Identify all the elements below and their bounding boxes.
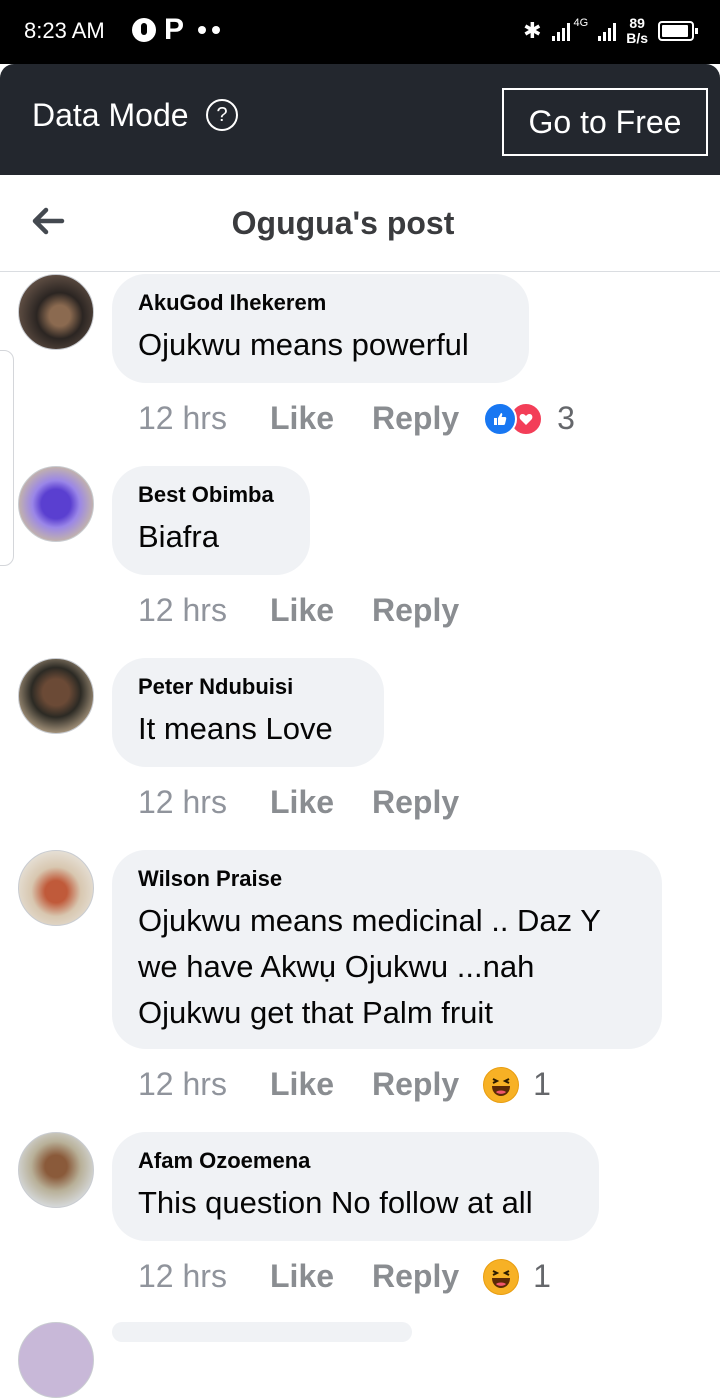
reply-button[interactable]: Reply bbox=[372, 592, 459, 629]
reactions-summary[interactable]: 1 bbox=[483, 1066, 551, 1103]
page-title: Ogugua's post bbox=[231, 205, 455, 241]
reactions-summary[interactable]: 1 bbox=[483, 1258, 551, 1295]
haha-icon bbox=[483, 1258, 520, 1295]
comment-bubble: Afam Ozoemena This question No follow at… bbox=[112, 1132, 599, 1241]
comment-bubble: Best Obimba Biafra bbox=[112, 466, 310, 575]
like-icon bbox=[483, 401, 518, 436]
status-time: 8:23 AM bbox=[24, 18, 105, 43]
comment-time[interactable]: 12 hrs bbox=[138, 784, 270, 821]
comment-author[interactable]: Afam Ozoemena bbox=[138, 1148, 573, 1174]
reaction-count: 3 bbox=[557, 400, 575, 436]
data-mode-label: Data Mode bbox=[32, 97, 189, 133]
reaction-count: 1 bbox=[533, 1066, 551, 1102]
comment-author[interactable]: AkuGod Ihekerem bbox=[138, 290, 503, 316]
avatar[interactable] bbox=[18, 274, 94, 350]
reactions-summary[interactable]: 3 bbox=[483, 400, 575, 437]
comment-bubble: AkuGod Ihekerem Ojukwu means powerful bbox=[112, 274, 529, 383]
info-icon[interactable]: ? bbox=[206, 99, 238, 131]
signal-icon-2 bbox=[598, 21, 617, 41]
comment-bubble: Wilson Praise Ojukwu means medicinal .. … bbox=[112, 850, 662, 1049]
like-button[interactable]: Like bbox=[270, 1066, 372, 1103]
p-notification-icon: P bbox=[164, 13, 185, 46]
reaction-count: 1 bbox=[533, 1258, 551, 1294]
like-button[interactable]: Like bbox=[270, 400, 372, 437]
reply-button[interactable]: Reply bbox=[372, 400, 459, 437]
data-mode-bar: Data Mode ? Go to Free bbox=[0, 64, 720, 175]
network-type: 4G bbox=[573, 17, 589, 29]
avatar[interactable] bbox=[18, 658, 94, 734]
comment-actions: 12 hrs Like Reply 3 bbox=[138, 400, 575, 437]
network-speed: 89 B/s bbox=[626, 15, 648, 46]
side-panel-edge bbox=[0, 350, 14, 566]
comment-time[interactable]: 12 hrs bbox=[138, 592, 270, 629]
comment-time[interactable]: 12 hrs bbox=[138, 1066, 270, 1103]
comment-actions: 12 hrs Like Reply bbox=[138, 784, 459, 821]
comment-text-line: we have Akwụ Ojukwu ...nah bbox=[138, 949, 535, 984]
go-to-free-button[interactable]: Go to Free bbox=[502, 88, 708, 156]
avatar[interactable] bbox=[18, 1322, 94, 1398]
comment-author[interactable]: Peter Ndubuisi bbox=[138, 674, 358, 700]
reply-button[interactable]: Reply bbox=[372, 1066, 459, 1103]
comment-actions: 12 hrs Like Reply 1 bbox=[138, 1066, 551, 1103]
reply-button[interactable]: Reply bbox=[372, 1258, 459, 1295]
bluetooth-icon: ✱ bbox=[523, 18, 542, 43]
comment-bubble bbox=[112, 1322, 412, 1342]
comment-bubble: Peter Ndubuisi It means Love bbox=[112, 658, 384, 767]
comment-text-line: Ojukwu means medicinal .. Daz Y bbox=[138, 903, 601, 938]
avatar[interactable] bbox=[18, 466, 94, 542]
avatar[interactable] bbox=[18, 1132, 94, 1208]
avatar[interactable] bbox=[18, 850, 94, 926]
haha-icon bbox=[483, 1066, 520, 1103]
like-button[interactable]: Like bbox=[270, 1258, 372, 1295]
more-notifications-icon bbox=[198, 26, 221, 34]
app-header: Ogugua's post bbox=[0, 175, 720, 272]
comment-text: Biafra bbox=[138, 519, 219, 554]
comment-actions: 12 hrs Like Reply bbox=[138, 592, 459, 629]
comment-text: Ojukwu means powerful bbox=[138, 327, 469, 362]
music-notification-icon bbox=[132, 18, 156, 42]
like-button[interactable]: Like bbox=[270, 784, 372, 821]
comment-time[interactable]: 12 hrs bbox=[138, 1258, 270, 1295]
reply-button[interactable]: Reply bbox=[372, 784, 459, 821]
status-bar: 8:23 AM P ✱ 4G 89 B/s bbox=[0, 0, 720, 64]
comment-text-line: Ojukwu get that Palm fruit bbox=[138, 995, 493, 1030]
battery-icon bbox=[658, 21, 698, 41]
comment-actions: 12 hrs Like Reply 1 bbox=[138, 1258, 551, 1295]
like-button[interactable]: Like bbox=[270, 592, 372, 629]
signal-icon bbox=[551, 21, 570, 41]
comment-text: It means Love bbox=[138, 711, 333, 746]
comment-author[interactable]: Wilson Praise bbox=[138, 866, 636, 892]
comment-text: This question No follow at all bbox=[138, 1185, 533, 1220]
comment-time[interactable]: 12 hrs bbox=[138, 400, 270, 437]
comment-author[interactable]: Best Obimba bbox=[138, 482, 284, 508]
